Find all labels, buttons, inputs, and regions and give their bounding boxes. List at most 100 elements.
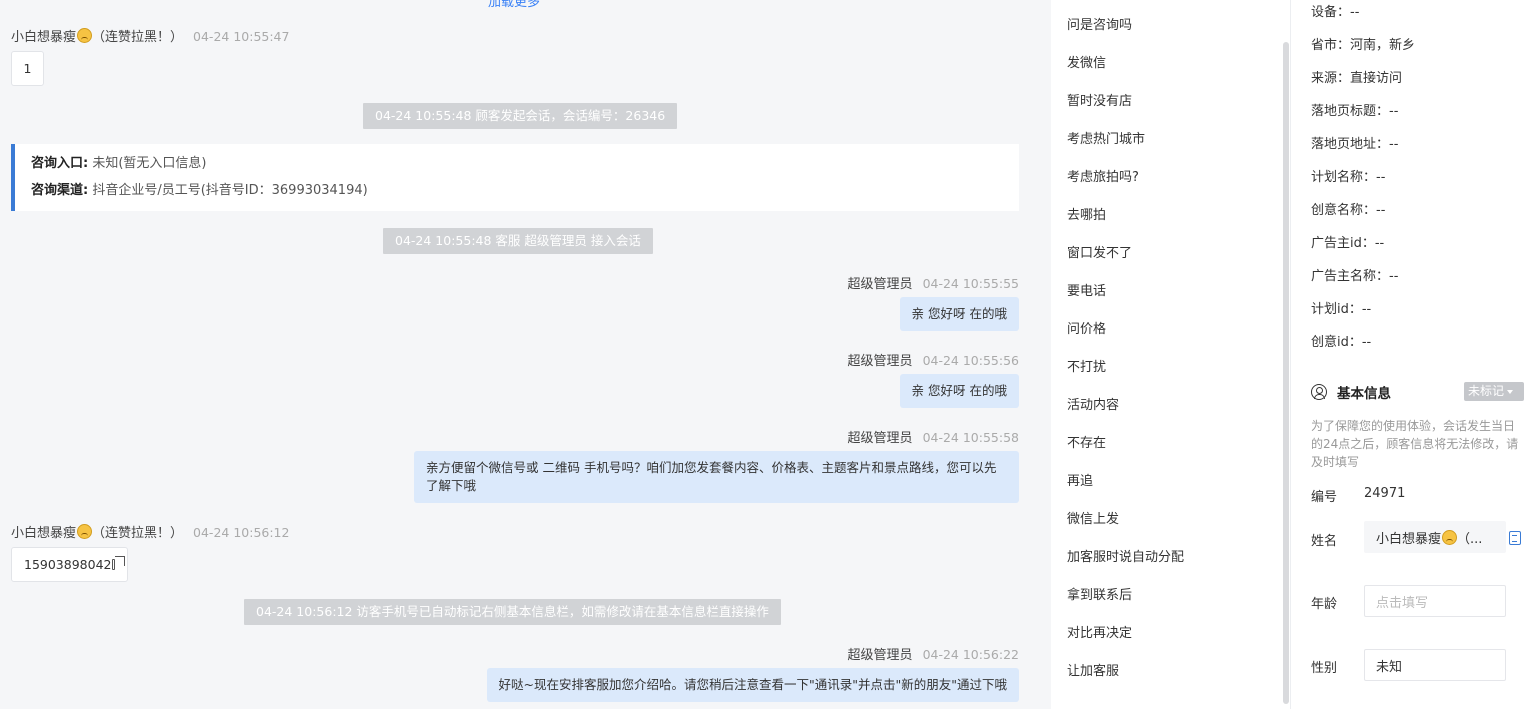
quick-reply-item[interactable]: 加客服时说自动分配 [1067,546,1184,565]
attr-advertiser-id: 广告主id：-- [1311,236,1385,251]
message-time: 04-24 10:55:56 [922,353,1019,368]
quick-reply-item[interactable]: 发微信 [1067,52,1106,71]
edit-document-icon[interactable] [1509,531,1521,545]
system-message: 04-24 10:55:48 顾客发起会话，会话编号：26346 [363,103,678,129]
quick-reply-item[interactable]: 活动内容 [1067,394,1119,413]
customer-name-line: 小白想暴瘦 （连赞拉黑！） 04-24 10:56:12 [11,522,289,541]
copy-icon[interactable] [112,556,124,570]
gender-label: 性别 [1311,661,1338,676]
caret-down-icon [1507,390,1514,394]
agent-name: 超级管理员 [847,431,913,446]
attr-plan-name: 计划名称：-- [1311,170,1386,185]
consult-channel-row: 咨询渠道: 抖音企业号/员工号(抖音号ID：36993034194) [31,181,1003,208]
basic-info-title-text: 基本信息 [1337,386,1391,402]
attr-source: 来源：直接访问 [1311,71,1403,86]
consult-entry-row: 咨询入口: 未知(暂无入口信息) [31,154,1003,181]
consult-entry-label: 咨询入口: [31,156,89,171]
gender-select[interactable]: 未知 [1364,649,1506,681]
attr-landing-url: 落地页地址：-- [1311,137,1399,152]
quick-reply-item[interactable]: 对比再决定 [1067,622,1132,641]
customer-name-suffix: （连赞拉黑！） [92,526,184,541]
message-text: 亲 您好呀 在的哦 [911,383,1007,398]
agent-message-bubble: 亲方便留个微信号或 二维码 手机号吗？咱们加您发套餐内容、价格表、主题客片和景点… [414,451,1019,503]
quick-reply-item[interactable]: 考虑旅拍吗? [1067,166,1139,185]
agent-name-line: 超级管理员 04-24 10:55:56 [848,350,1019,369]
message-time: 04-24 10:55:58 [922,430,1019,445]
quick-reply-item[interactable]: 要电话 [1067,280,1106,299]
quick-reply-item[interactable]: 考虑热门城市 [1067,128,1145,147]
disappointed-emoji-icon [77,524,93,539]
attr-plan-id: 计划id：-- [1311,302,1372,317]
consult-entry-value: 未知(暂无入口信息) [92,156,207,171]
agent-name-line: 超级管理员 04-24 10:55:55 [848,273,1019,292]
customer-name-suffix: （连赞拉黑！） [92,30,184,45]
attr-creative-name: 创意名称：-- [1311,203,1386,218]
message-text: 亲方便留个微信号或 二维码 手机号吗？咱们加您发套餐内容、价格表、主题客片和景点… [426,460,997,493]
attr-device: 设备：-- [1311,5,1360,20]
agent-message-bubble: 亲 您好呀 在的哦 [899,374,1019,408]
gender-value: 未知 [1376,659,1403,675]
message-text: 好哒~现在安排客服加您介绍哈。请您稍后注意查看一下"通讯录"并点击"新的朋友"通… [498,677,1007,692]
customer-info-panel: 设备：-- 省市：河南，新乡 来源：直接访问 落地页标题：-- 落地页地址：--… [1291,0,1531,709]
system-message: 04-24 10:55:48 客服 超级管理员 接入会话 [383,228,653,254]
edit-notice: 为了保障您的使用体验，会话发生当日的24点之后，顾客信息将无法修改，请及时填写 [1311,419,1519,469]
tag-dropdown-label: 未标记 [1468,384,1505,398]
agent-name-line: 超级管理员 04-24 10:55:58 [848,427,1019,446]
message-text: 亲 您好呀 在的哦 [911,306,1007,321]
age-placeholder: 点击填写 [1376,595,1429,611]
attr-advertiser-name: 广告主名称：-- [1311,269,1399,284]
quick-reply-item[interactable]: 微信上发 [1067,508,1119,527]
agent-name: 超级管理员 [847,354,913,369]
message-time: 04-24 10:56:22 [922,647,1019,662]
attr-province-city: 省市：河南，新乡 [1311,38,1416,53]
chat-panel: 加载更多 小白想暴瘦 （连赞拉黑！） 04-24 10:55:47 1 04-24 … [0,0,1051,709]
quick-reply-item[interactable]: 问价格 [1067,318,1106,337]
system-message: 04-24 10:56:12 访客手机号已自动标记右侧基本信息栏，如需修改请在基… [244,599,781,625]
consult-channel-label: 咨询渠道: [31,183,89,198]
message-time: 04-24 10:56:12 [193,525,290,540]
age-input[interactable]: 点击填写 [1364,585,1506,617]
name-field[interactable]: 小白想暴瘦 （... [1364,521,1506,553]
disappointed-emoji-icon [77,28,93,43]
quick-reply-item[interactable]: 不存在 [1067,432,1106,451]
name-label: 姓名 [1311,534,1338,549]
message-time: 04-24 10:55:47 [193,29,290,44]
disappointed-emoji-icon [1442,529,1458,545]
quick-reply-item[interactable]: 窗口发不了 [1067,242,1132,261]
user-circle-icon [1311,384,1327,400]
agent-name: 超级管理员 [847,277,913,292]
age-label: 年龄 [1311,597,1338,612]
name-field-value: 小白想暴瘦 [1376,531,1442,547]
attr-landing-title: 落地页标题：-- [1311,104,1399,119]
quick-reply-item[interactable]: 让加客服 [1067,660,1119,679]
quick-reply-item[interactable]: 再追 [1067,470,1093,489]
name-field-suffix: （... [1457,531,1483,547]
load-more-link[interactable]: 加载更多 [488,0,540,10]
customer-message-bubble: 15903898042 [11,547,128,582]
tag-dropdown[interactable]: 未标记 [1464,382,1524,401]
message-text: 1 [23,61,32,76]
consult-info-card: 咨询入口: 未知(暂无入口信息) 咨询渠道: 抖音企业号/员工号(抖音号ID：3… [11,144,1019,211]
quick-reply-scrollbar[interactable] [1283,42,1289,704]
quick-reply-item[interactable]: 去哪拍 [1067,204,1106,223]
quick-reply-item[interactable]: 不打扰 [1067,356,1106,375]
quick-reply-item[interactable]: 拿到联系后 [1067,584,1132,603]
quick-reply-panel: 问是咨询吗 发微信 暂时没有店 考虑热门城市 考虑旅拍吗? 去哪拍 窗口发不了 … [1051,0,1291,709]
id-label: 编号 [1311,490,1338,505]
customer-name: 小白想暴瘦 [11,526,77,541]
customer-message-bubble: 1 [11,51,44,86]
customer-name-line: 小白想暴瘦 （连赞拉黑！） 04-24 10:55:47 [11,26,289,45]
quick-reply-item[interactable]: 问是咨询吗 [1067,14,1132,33]
message-time: 04-24 10:55:55 [922,276,1019,291]
agent-name-line: 超级管理员 04-24 10:56:22 [848,644,1019,663]
phone-number-text: 15903898042 [24,557,112,572]
basic-info-title: 基本信息 [1311,382,1391,402]
consult-channel-value: 抖音企业号/员工号(抖音号ID：36993034194) [92,183,368,198]
id-value: 24971 [1364,486,1406,501]
agent-message-bubble: 好哒~现在安排客服加您介绍哈。请您稍后注意查看一下"通讯录"并点击"新的朋友"通… [486,668,1019,702]
attr-creative-id: 创意id：-- [1311,335,1372,350]
agent-message-bubble: 亲 您好呀 在的哦 [899,297,1019,331]
quick-reply-item[interactable]: 暂时没有店 [1067,90,1132,109]
customer-name: 小白想暴瘦 [11,30,77,45]
agent-name: 超级管理员 [847,648,913,663]
